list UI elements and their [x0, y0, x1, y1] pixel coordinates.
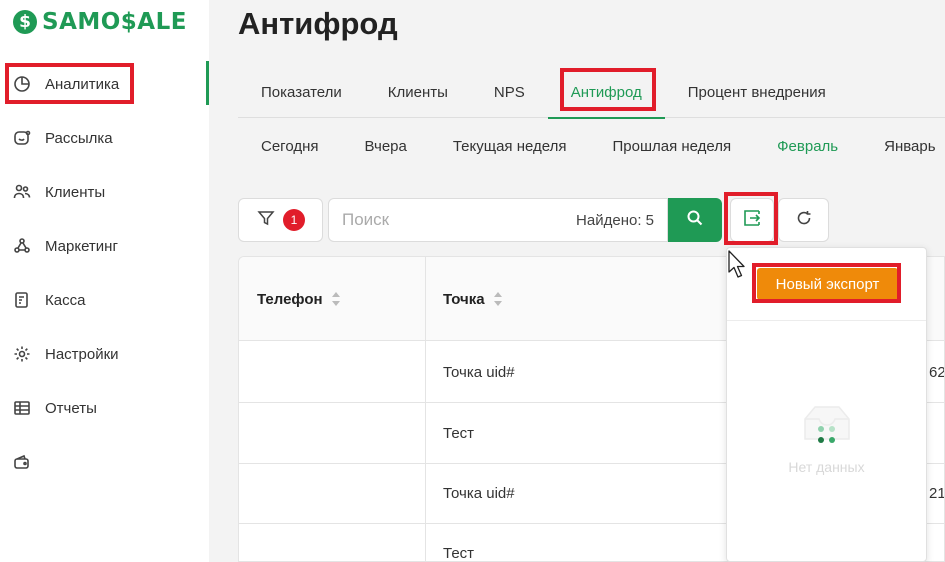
sidebar-item-mailing[interactable]: Рассылка [0, 111, 209, 165]
cell-truncated: 624 [929, 363, 945, 381]
search-icon [686, 209, 704, 232]
search-input[interactable] [329, 210, 559, 230]
period-today[interactable]: Сегодня [238, 120, 342, 172]
brand-name: SAMO$ALE [42, 9, 187, 35]
filter-button[interactable]: 1 [238, 198, 323, 242]
refresh-button[interactable] [778, 198, 829, 242]
sidebar-item-wallet[interactable] [0, 435, 209, 489]
sidebar-item-label: Клиенты [45, 183, 106, 201]
tab-adoption-rate[interactable]: Процент внедрения [665, 66, 849, 118]
cell-point: Точка uid# [443, 363, 515, 381]
tab-nps[interactable]: NPS [471, 66, 548, 118]
table-icon [12, 398, 32, 418]
search-box: Найдено: 5 [328, 198, 668, 242]
empty-text: Нет данных [788, 459, 865, 475]
refresh-icon [795, 209, 813, 232]
sort-icon [493, 291, 503, 307]
brand-logo[interactable]: $ SAMO$ALE [13, 9, 187, 35]
cell-truncated: 218 [929, 484, 945, 502]
mouse-cursor-icon [728, 250, 745, 278]
export-button[interactable] [730, 198, 774, 242]
tab-clients[interactable]: Клиенты [365, 66, 471, 118]
period-yesterday[interactable]: Вчера [342, 120, 430, 172]
cell-point: Точка uid# [443, 484, 515, 502]
search-button[interactable] [668, 198, 722, 242]
filter-icon [257, 209, 275, 232]
sidebar-item-clients[interactable]: Клиенты [0, 165, 209, 219]
logo-mark-icon: $ [13, 10, 37, 34]
sidebar-item-label: Маркетинг [45, 237, 118, 255]
filter-count-badge: 1 [283, 209, 305, 231]
sidebar-item-label: Аналитика [45, 75, 120, 93]
sidebar-item-reports[interactable]: Отчеты [0, 381, 209, 435]
export-icon [742, 208, 762, 233]
column-header-label: Точка [443, 290, 485, 308]
column-header-label: Телефон [257, 290, 323, 308]
sidebar-item-cash[interactable]: Касса [0, 273, 209, 327]
sidebar-nav: Аналитика Рассылка Клиенты Маркетинг Кас… [0, 57, 209, 489]
sidebar-item-label: Отчеты [45, 399, 97, 417]
period-last-week[interactable]: Прошлая неделя [590, 120, 755, 172]
tab-antifraud[interactable]: Антифрод [547, 66, 665, 119]
marketing-icon [12, 236, 32, 256]
export-dropdown: Новый экспорт Нет данных [726, 247, 927, 562]
sidebar-item-settings[interactable]: Настройки [0, 327, 209, 381]
cell-point: Тест [443, 544, 475, 562]
gear-icon [12, 344, 32, 364]
cell-point: Тест [443, 424, 475, 442]
wallet-icon [12, 452, 32, 472]
column-header-phone[interactable]: Телефон [257, 257, 341, 341]
period-current-week[interactable]: Текущая неделя [430, 120, 590, 172]
cash-register-icon [12, 290, 32, 310]
sidebar-item-marketing[interactable]: Маркетинг [0, 219, 209, 273]
sidebar: $ SAMO$ALE Аналитика Рассылка Клиенты Ма… [0, 0, 209, 562]
dropdown-divider [727, 320, 926, 321]
pie-chart-icon [12, 74, 32, 94]
sort-icon [331, 291, 341, 307]
period-january[interactable]: Январь [861, 120, 945, 172]
sidebar-item-analytics[interactable]: Аналитика [0, 57, 209, 111]
page-title: Антифрод [238, 6, 398, 41]
sidebar-item-label: Рассылка [45, 129, 113, 147]
empty-state: Нет данных [727, 393, 926, 483]
sidebar-item-label: Настройки [45, 345, 119, 363]
period-february[interactable]: Февраль [754, 120, 861, 172]
period-tabs: Сегодня Вчера Текущая неделя Прошлая нед… [238, 120, 945, 172]
column-header-point[interactable]: Точка [443, 257, 503, 341]
sidebar-item-label: Касса [45, 291, 86, 309]
new-export-button[interactable]: Новый экспорт [757, 268, 898, 300]
tab-indicators[interactable]: Показатели [238, 66, 365, 118]
found-count: Найдено: 5 [576, 211, 654, 229]
analytics-tabs: Показатели Клиенты NPS Антифрод Процент … [238, 66, 945, 119]
loading-spinner-icon [818, 426, 835, 443]
mailing-icon [12, 128, 32, 148]
users-icon [12, 182, 32, 202]
